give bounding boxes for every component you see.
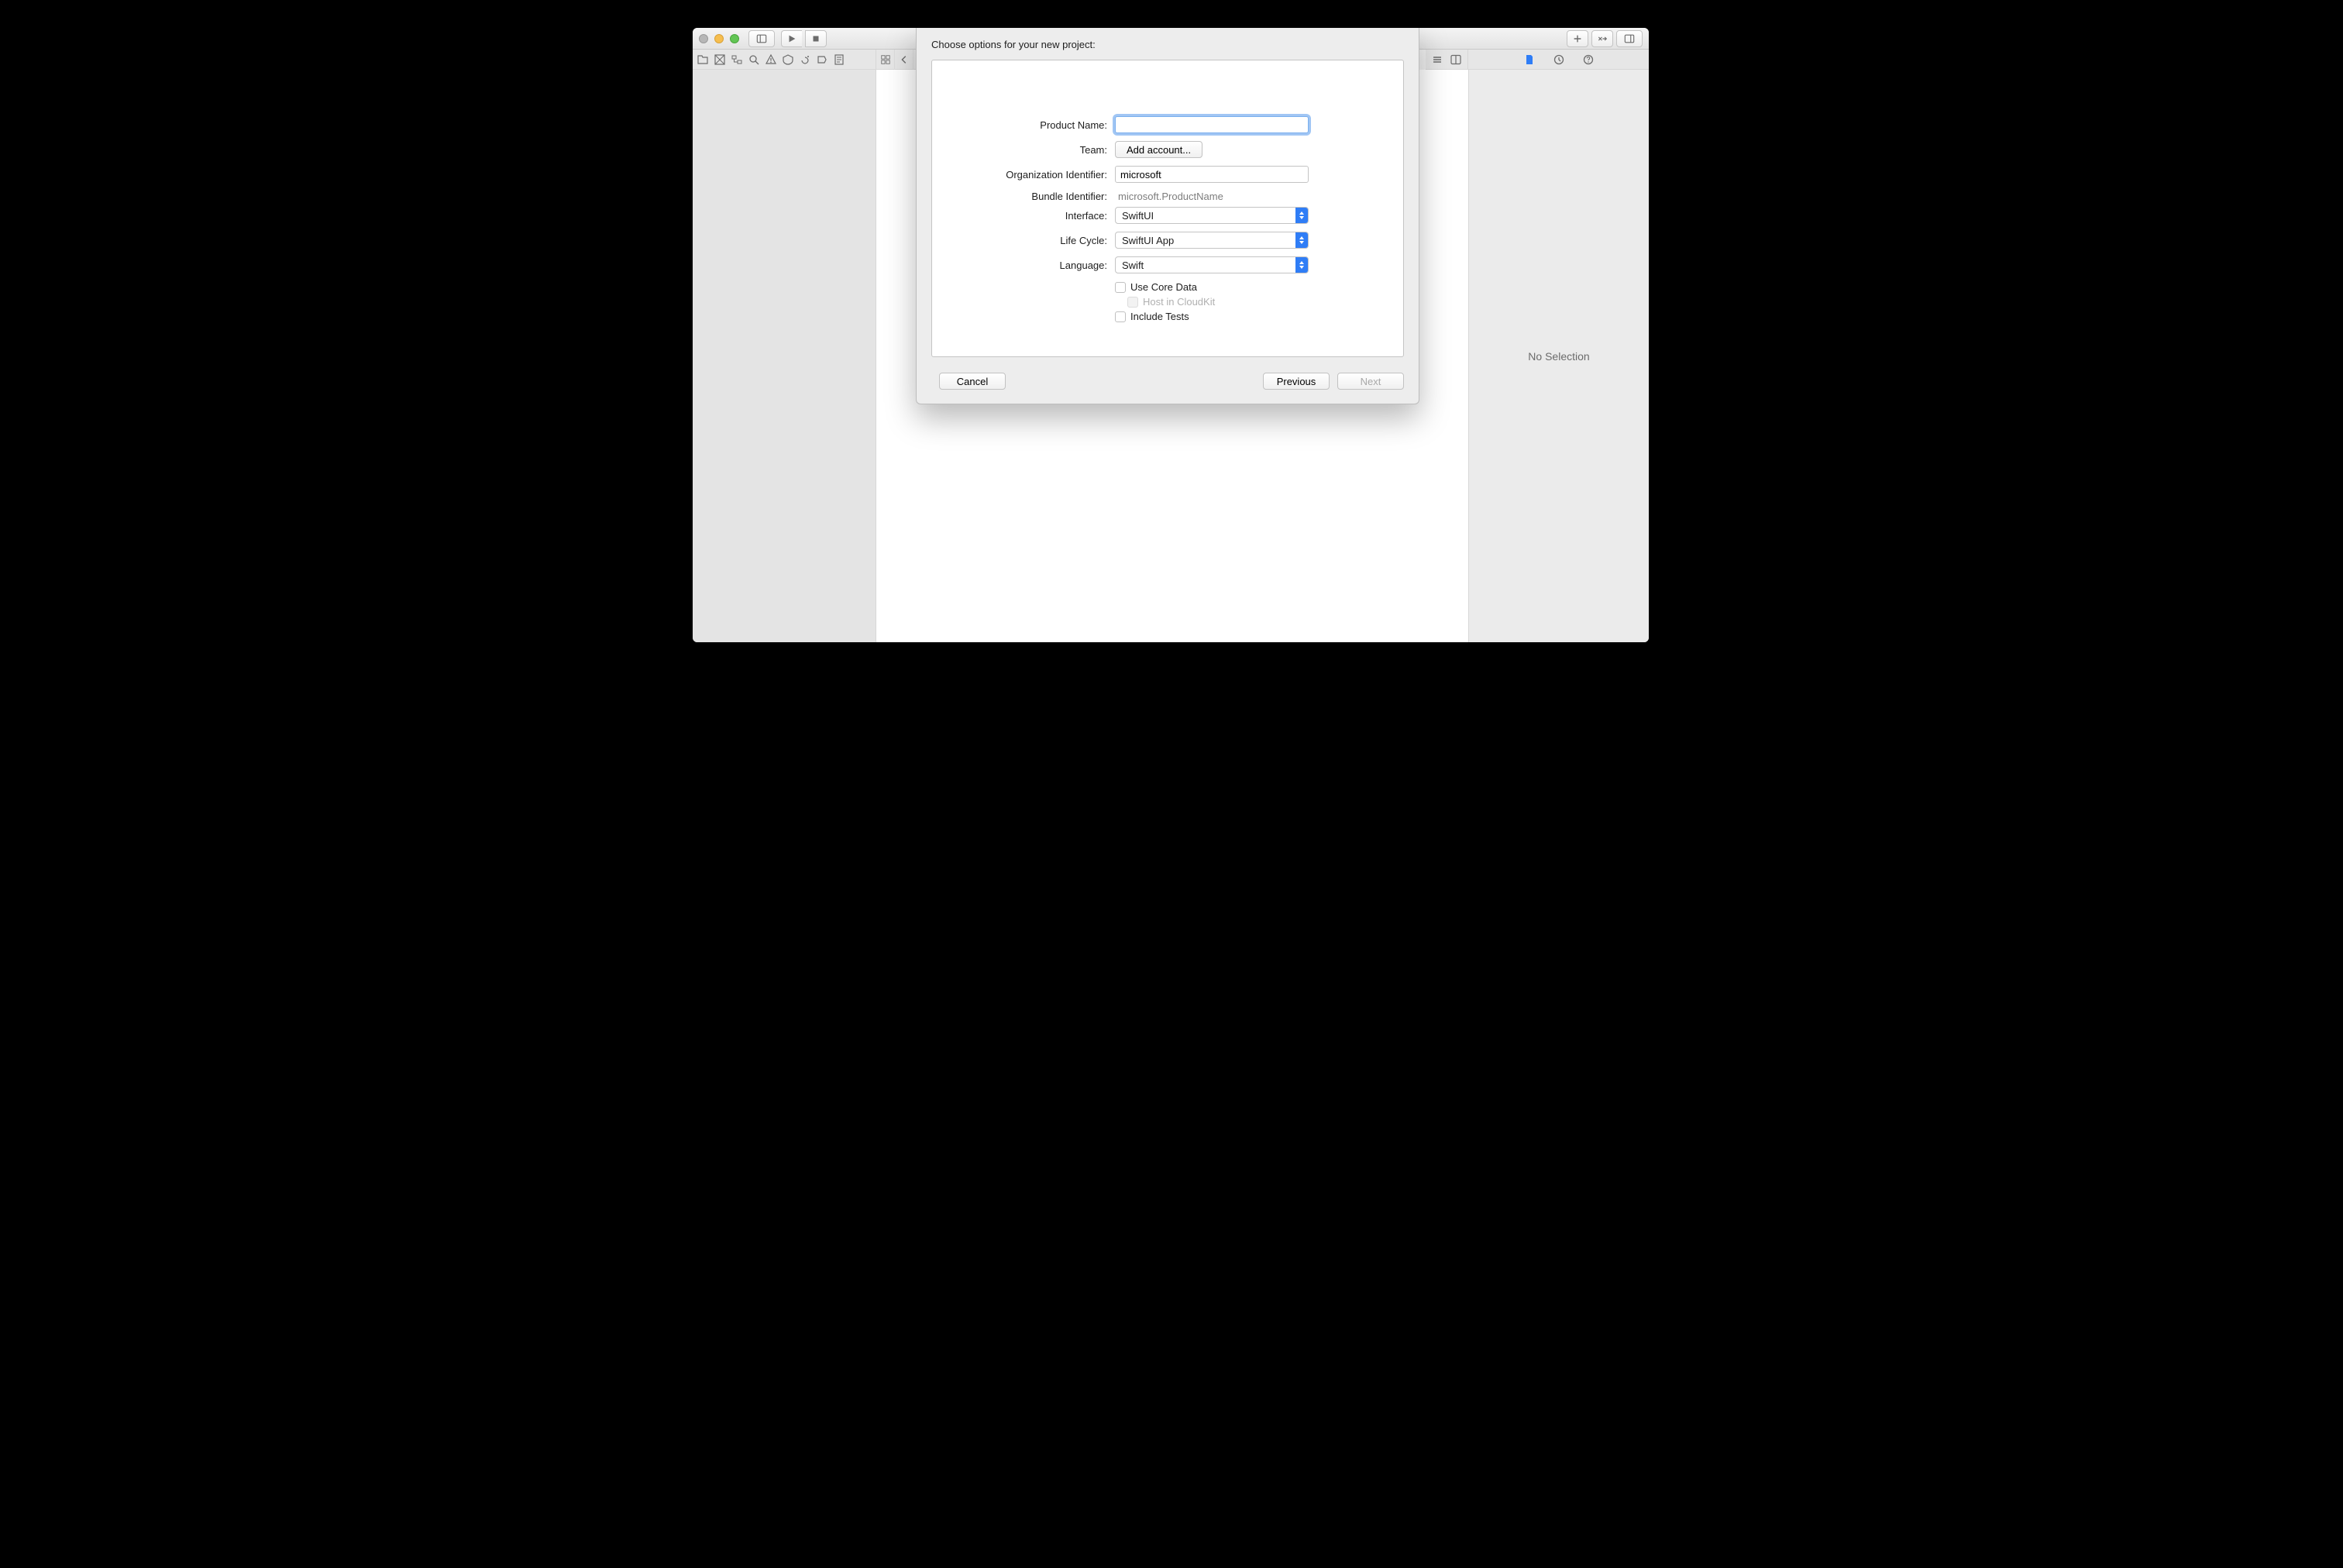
language-label: Language:: [952, 260, 1115, 271]
stop-button[interactable]: [805, 30, 827, 47]
chevron-updown-icon: [1295, 232, 1308, 248]
sheet-heading: Choose options for your new project:: [931, 39, 1404, 50]
cancel-button[interactable]: Cancel: [939, 373, 1006, 390]
bundle-identifier-value: microsoft.ProductName: [1115, 191, 1223, 202]
next-button: Next: [1337, 373, 1404, 390]
include-tests-label: Include Tests: [1130, 311, 1189, 322]
use-core-data-checkbox[interactable]: [1115, 282, 1126, 293]
lifecycle-label: Life Cycle:: [952, 235, 1115, 246]
include-tests-checkbox[interactable]: [1115, 311, 1126, 322]
history-inspector-icon[interactable]: [1552, 53, 1566, 67]
inspector-selector: [1468, 50, 1649, 69]
debug-navigator-icon[interactable]: [798, 53, 812, 67]
navigator-sidebar: [693, 70, 876, 642]
org-identifier-input[interactable]: [1115, 166, 1309, 183]
add-editor-icon[interactable]: [1449, 53, 1463, 67]
interface-label: Interface:: [952, 210, 1115, 222]
report-navigator-icon[interactable]: [832, 53, 846, 67]
chevron-updown-icon: [1295, 208, 1308, 223]
help-inspector-icon[interactable]: [1581, 53, 1595, 67]
breakpoint-navigator-icon[interactable]: [815, 53, 829, 67]
sheet-footer: Cancel Previous Next: [931, 373, 1404, 390]
org-identifier-label: Organization Identifier:: [952, 169, 1115, 181]
editor-options-icon[interactable]: [1430, 53, 1444, 67]
language-popup-value: Swift: [1122, 260, 1144, 271]
find-navigator-icon[interactable]: [747, 53, 761, 67]
interface-popup[interactable]: SwiftUI: [1115, 207, 1309, 224]
lifecycle-popup-value: SwiftUI App: [1122, 235, 1174, 246]
project-navigator-icon[interactable]: [696, 53, 710, 67]
host-in-cloudkit-checkbox: [1127, 297, 1138, 308]
minimize-window-button[interactable]: [714, 34, 724, 43]
related-items-icon[interactable]: [876, 50, 895, 70]
library-button[interactable]: [1567, 30, 1588, 47]
issue-navigator-icon[interactable]: [764, 53, 778, 67]
source-control-navigator-icon[interactable]: [713, 53, 727, 67]
code-review-button[interactable]: [1591, 30, 1613, 47]
host-in-cloudkit-label: Host in CloudKit: [1143, 296, 1215, 308]
go-back-icon[interactable]: [895, 50, 913, 70]
lifecycle-popup[interactable]: SwiftUI App: [1115, 232, 1309, 249]
inspector-empty-label: No Selection: [1528, 350, 1589, 363]
inspector-panel: No Selection: [1468, 70, 1649, 642]
toggle-inspector-button[interactable]: [1616, 30, 1643, 47]
xcode-window: No Selection No Selection: [693, 28, 1649, 642]
product-name-label: Product Name:: [952, 119, 1115, 131]
window-controls: [699, 34, 739, 43]
add-account-button[interactable]: Add account...: [1115, 141, 1202, 158]
language-popup[interactable]: Swift: [1115, 256, 1309, 273]
run-button[interactable]: [781, 30, 802, 47]
test-navigator-icon[interactable]: [781, 53, 795, 67]
close-window-button[interactable]: [699, 34, 708, 43]
zoom-window-button[interactable]: [730, 34, 739, 43]
use-core-data-label: Use Core Data: [1130, 281, 1197, 293]
previous-button[interactable]: Previous: [1263, 373, 1330, 390]
new-project-options-sheet: Choose options for your new project: Pro…: [916, 28, 1419, 404]
bundle-identifier-label: Bundle Identifier:: [952, 191, 1115, 202]
product-name-input[interactable]: [1115, 116, 1309, 133]
interface-popup-value: SwiftUI: [1122, 210, 1154, 222]
team-label: Team:: [952, 144, 1115, 156]
symbol-navigator-icon[interactable]: [730, 53, 744, 67]
sheet-form-pane: Product Name: Team: Add account... Organ…: [931, 60, 1404, 357]
chevron-updown-icon: [1295, 257, 1308, 273]
toggle-navigator-button[interactable]: [748, 30, 775, 47]
file-inspector-icon[interactable]: [1522, 53, 1536, 67]
navigator-selector: [693, 50, 876, 69]
